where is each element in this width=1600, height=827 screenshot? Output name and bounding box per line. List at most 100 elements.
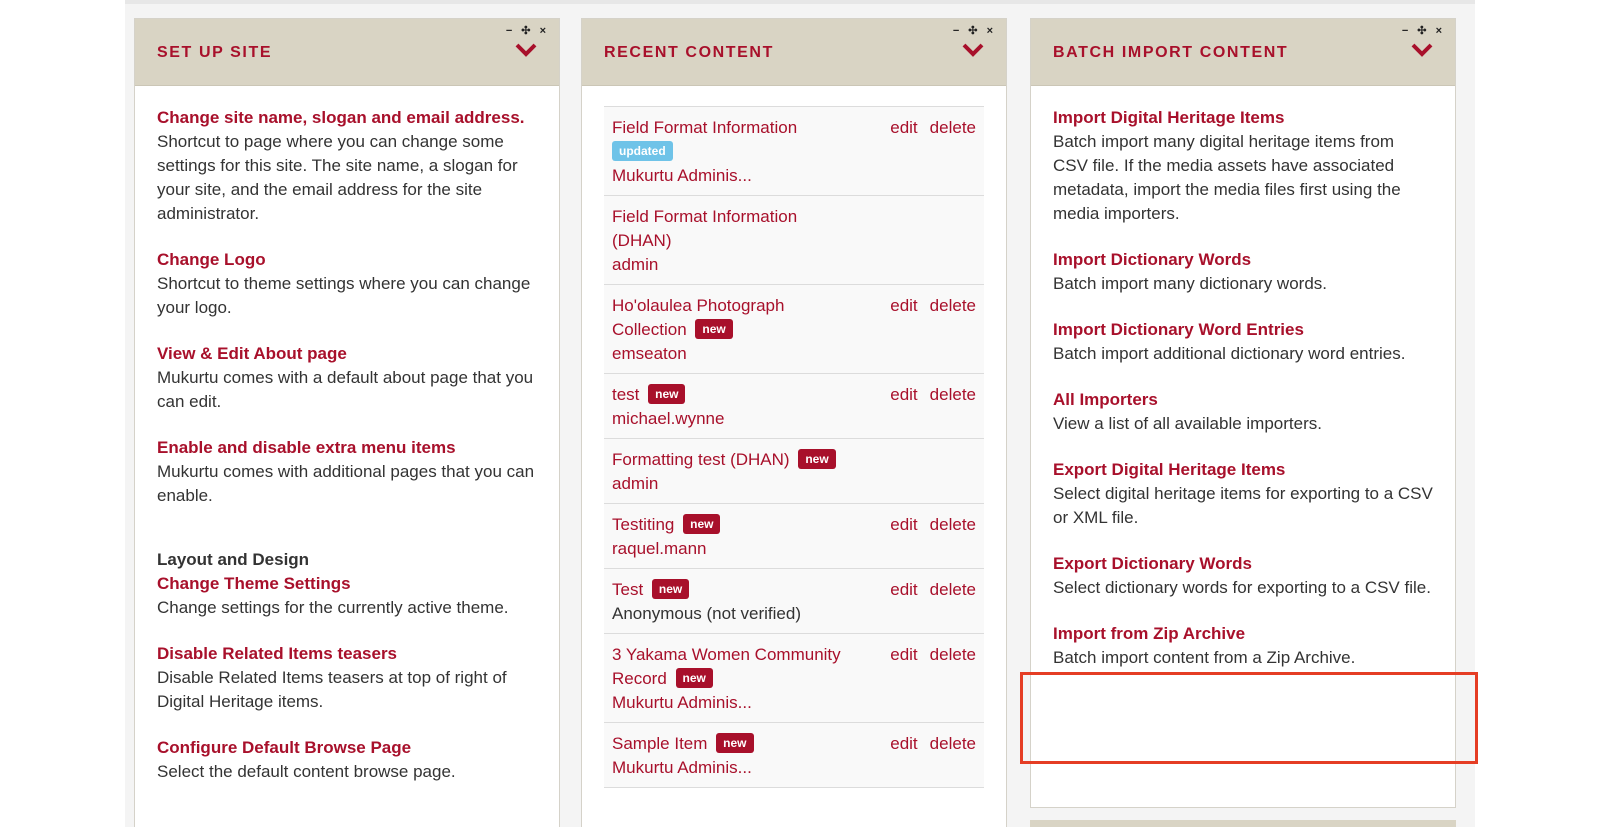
batch-import-panel-title: BATCH IMPORT CONTENT [1053, 44, 1289, 61]
recent-content-title-wrap: Test new [612, 578, 856, 602]
delete-link[interactable]: delete [930, 515, 976, 534]
chevron-down-icon[interactable] [1411, 43, 1433, 57]
new-badge: new [695, 319, 733, 339]
edit-link[interactable]: edit [890, 580, 917, 599]
setup-site-panel-header: SET UP SITE − ✣ × [135, 19, 559, 86]
delete-link[interactable]: delete [930, 580, 976, 599]
recent-content-author[interactable]: Mukurtu Adminis... [612, 164, 976, 188]
recent-content-row: test new michael.wynne edit delete [604, 374, 984, 439]
recent-content-title-link[interactable]: Test [612, 580, 643, 599]
chevron-down-icon[interactable] [515, 43, 537, 57]
change-theme-settings-link[interactable]: Change Theme Settings [157, 572, 537, 596]
setup-entry: Disable Related Items teasers Disable Re… [157, 642, 537, 714]
edit-link[interactable]: edit [890, 645, 917, 664]
new-badge: new [683, 514, 721, 534]
recent-content-actions: edit delete [878, 513, 976, 537]
recent-content-title-wrap: Testiting new [612, 513, 856, 537]
new-badge: new [798, 449, 836, 469]
recent-content-actions: edit delete [878, 116, 976, 140]
edit-link[interactable]: edit [890, 118, 917, 137]
recent-content-author[interactable]: Mukurtu Adminis... [612, 691, 976, 715]
export-digital-heritage-link[interactable]: Export Digital Heritage Items [1053, 458, 1433, 482]
edit-link[interactable]: edit [890, 515, 917, 534]
recent-content-row: Field Format Information (DHAN) admin [604, 196, 984, 285]
batch-entry: Export Dictionary Words Select dictionar… [1053, 552, 1433, 600]
delete-link[interactable]: delete [930, 118, 976, 137]
menu-items-link[interactable]: Enable and disable extra menu items [157, 436, 537, 460]
export-dictionary-words-link[interactable]: Export Dictionary Words [1053, 552, 1433, 576]
layout-design-heading: Layout and Design [157, 550, 310, 569]
delete-link[interactable]: delete [930, 385, 976, 404]
recent-content-title-link[interactable]: Field Format Information [612, 118, 797, 137]
recent-content-author[interactable]: admin [612, 472, 976, 496]
delete-link[interactable]: delete [930, 734, 976, 753]
setup-entry: Change Logo Shortcut to theme settings w… [157, 248, 537, 320]
entry-description: Mukurtu comes with a default about page … [157, 368, 534, 411]
new-badge: new [675, 668, 713, 688]
recent-content-author[interactable]: raquel.mann [612, 537, 976, 561]
import-dictionary-words-link[interactable]: Import Dictionary Words [1053, 248, 1433, 272]
recent-content-title-link[interactable]: 3 Yakama Women Community Record [612, 645, 841, 688]
batch-entry: Import Dictionary Words Batch import man… [1053, 248, 1433, 296]
import-zip-archive-link[interactable]: Import from Zip Archive [1053, 622, 1433, 646]
new-badge: new [716, 733, 754, 753]
panel-window-controls[interactable]: − ✣ × [506, 24, 549, 37]
setup-entry: Enable and disable extra menu items Muku… [157, 436, 537, 508]
all-importers-link[interactable]: All Importers [1053, 388, 1433, 412]
delete-link[interactable]: delete [930, 296, 976, 315]
setup-site-panel: SET UP SITE − ✣ × Change site name, slog… [134, 18, 560, 827]
recent-content-title-wrap: Ho'olaulea Photograph Collection new [612, 294, 856, 342]
recent-content-title-wrap: Field Format Information updated [612, 116, 856, 164]
change-site-name-link[interactable]: Change site name, slogan and email addre… [157, 106, 537, 130]
top-divider [125, 0, 1475, 4]
next-panel-header [1030, 820, 1456, 827]
recent-content-author[interactable]: Mukurtu Adminis... [612, 756, 976, 780]
chevron-down-icon[interactable] [962, 43, 984, 57]
entry-description: Select dictionary words for exporting to… [1053, 578, 1431, 597]
recent-content-title-wrap: Sample Item new [612, 732, 856, 756]
recent-content-author[interactable]: admin [612, 253, 976, 277]
entry-description: Batch import content from a Zip Archive. [1053, 648, 1356, 667]
recent-content-panel-header: RECENT CONTENT − ✣ × [582, 19, 1006, 86]
entry-description: Batch import many dictionary words. [1053, 274, 1327, 293]
delete-link[interactable]: delete [930, 645, 976, 664]
configure-browse-page-link[interactable]: Configure Default Browse Page [157, 736, 537, 760]
edit-link[interactable]: edit [890, 734, 917, 753]
batch-entry: Import Digital Heritage Items Batch impo… [1053, 106, 1433, 226]
panel-window-controls[interactable]: − ✣ × [953, 24, 996, 37]
setup-entry: Change site name, slogan and email addre… [157, 106, 537, 226]
recent-content-title-link[interactable]: Formatting test (DHAN) [612, 450, 790, 469]
entry-description: Select digital heritage items for export… [1053, 484, 1433, 527]
recent-content-actions: edit delete [878, 294, 976, 318]
recent-content-title-wrap: Field Format Information (DHAN) [612, 205, 856, 253]
batch-entry: Import Dictionary Word Entries Batch imp… [1053, 318, 1433, 366]
updated-badge: updated [612, 141, 673, 161]
recent-content-author[interactable]: michael.wynne [612, 407, 976, 431]
edit-link[interactable]: edit [890, 385, 917, 404]
recent-content-list: Field Format Information updated Mukurtu A… [582, 86, 1006, 788]
recent-content-actions: edit delete [878, 732, 976, 756]
recent-content-title-link[interactable]: Field Format Information (DHAN) [612, 207, 797, 250]
view-edit-about-link[interactable]: View & Edit About page [157, 342, 537, 366]
recent-content-author[interactable]: emseaton [612, 342, 976, 366]
import-dictionary-entries-link[interactable]: Import Dictionary Word Entries [1053, 318, 1433, 342]
recent-content-actions: edit delete [878, 383, 976, 407]
new-badge: new [651, 579, 690, 599]
recent-content-actions: edit delete [878, 643, 976, 667]
panel-window-controls[interactable]: − ✣ × [1402, 24, 1445, 37]
entry-description: Mukurtu comes with additional pages that… [157, 462, 535, 505]
recent-content-title-link[interactable]: Sample Item [612, 734, 707, 753]
disable-related-teasers-link[interactable]: Disable Related Items teasers [157, 642, 537, 666]
recent-content-title-link[interactable]: Testiting [612, 515, 674, 534]
recent-content-row: Ho'olaulea Photograph Collection new emse… [604, 285, 984, 374]
change-logo-link[interactable]: Change Logo [157, 248, 537, 272]
recent-content-actions: edit delete [878, 578, 976, 602]
dashboard-page: SET UP SITE − ✣ × Change site name, slog… [0, 0, 1600, 827]
recent-content-title-link[interactable]: test [612, 385, 639, 404]
recent-content-author: Anonymous (not verified) [612, 604, 801, 623]
batch-import-panel-body: Import Digital Heritage Items Batch impo… [1031, 86, 1455, 670]
edit-link[interactable]: edit [890, 296, 917, 315]
import-digital-heritage-link[interactable]: Import Digital Heritage Items [1053, 106, 1433, 130]
recent-content-row: 3 Yakama Women Community Record new Mukur… [604, 634, 984, 723]
recent-content-panel: RECENT CONTENT − ✣ × Field Format Inform… [581, 18, 1007, 827]
